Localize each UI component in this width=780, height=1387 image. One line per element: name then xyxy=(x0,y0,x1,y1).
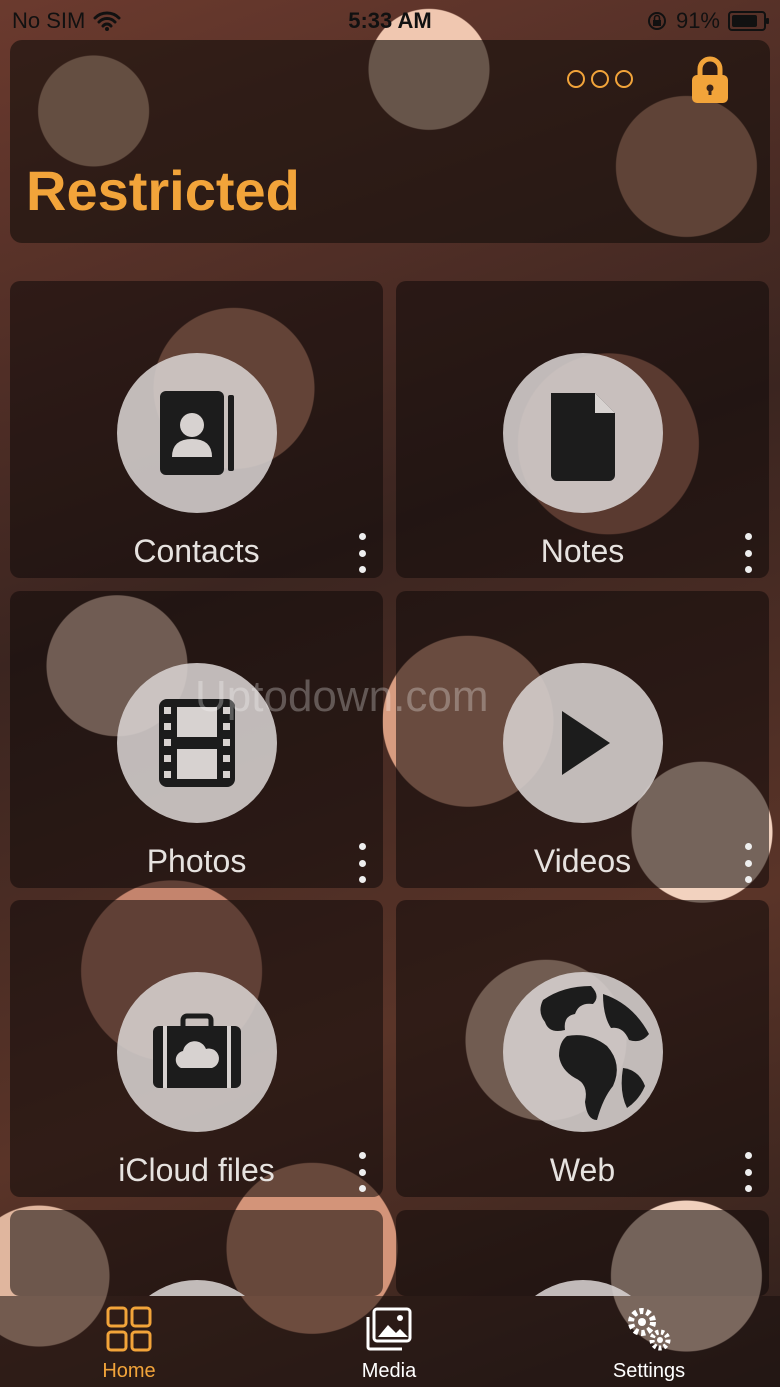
tile-label: Web xyxy=(549,1152,616,1188)
tile-icon-circle xyxy=(503,353,663,513)
tab-bar: Home Media Settings xyxy=(0,1296,780,1387)
tile-icon-circle xyxy=(117,353,277,513)
tile-partial[interactable] xyxy=(10,1210,383,1296)
page-title: Restricted xyxy=(26,159,300,222)
tab-label: Media xyxy=(361,1360,417,1382)
cloud-briefcase-icon xyxy=(153,1013,241,1088)
tab-media[interactable]: Media xyxy=(329,1304,449,1383)
tile-notes[interactable]: Notes xyxy=(396,281,769,578)
tile-label: Videos xyxy=(533,843,632,879)
battery-icon xyxy=(728,11,769,31)
tile-contacts[interactable]: Contacts xyxy=(10,281,383,578)
status-right: 91% xyxy=(646,8,769,34)
tile-web[interactable]: Web xyxy=(396,900,769,1197)
tile-menu-button[interactable] xyxy=(743,533,753,573)
battery-level xyxy=(732,15,757,27)
tile-label: Photos xyxy=(146,843,247,879)
photo-icon xyxy=(366,1307,412,1351)
tile-icon-circle xyxy=(117,1280,277,1296)
watermark: Uptodown.com xyxy=(195,672,489,721)
tile-icon-circle xyxy=(503,663,663,823)
contacts-icon xyxy=(160,391,234,475)
globe-icon xyxy=(540,986,649,1120)
tile-icon-circle xyxy=(117,972,277,1132)
tile-menu-button[interactable] xyxy=(743,843,753,883)
tile-menu-button[interactable] xyxy=(743,1152,753,1192)
tile-icon-circle xyxy=(503,972,663,1132)
tile-menu-button[interactable] xyxy=(357,1152,367,1192)
more-circles-icon xyxy=(591,70,609,88)
tab-home[interactable]: Home xyxy=(69,1304,189,1383)
header: Restricted xyxy=(10,40,770,243)
tile-menu-button[interactable] xyxy=(357,843,367,883)
orientation-lock-icon xyxy=(647,12,666,30)
tab-label: Home xyxy=(102,1360,156,1382)
tile-label: Notes xyxy=(540,533,625,569)
lock-icon[interactable] xyxy=(688,55,732,105)
tile-menu-button[interactable] xyxy=(357,533,367,573)
tab-label: Settings xyxy=(612,1360,686,1382)
tile-icon-circle xyxy=(503,1280,663,1296)
play-icon xyxy=(562,711,610,775)
tab-settings[interactable]: Settings xyxy=(589,1304,709,1383)
tile-photos[interactable]: Photos xyxy=(10,591,383,888)
more-button[interactable] xyxy=(567,70,633,88)
status-bar: No SIM 5:33 AM 91% xyxy=(0,0,780,40)
battery-percent: 91% xyxy=(675,8,720,33)
document-icon xyxy=(551,393,615,481)
gears-icon xyxy=(628,1308,671,1351)
more-circles-icon xyxy=(567,70,585,88)
grid-icon xyxy=(106,1306,152,1352)
tile-label: Contacts xyxy=(133,533,260,569)
more-circles-icon xyxy=(615,70,633,88)
tile-label: iCloud files xyxy=(118,1152,275,1188)
tile-partial[interactable] xyxy=(396,1210,769,1296)
tile-videos[interactable]: Videos xyxy=(396,591,769,888)
tile-icloud-files[interactable]: iCloud files xyxy=(10,900,383,1197)
